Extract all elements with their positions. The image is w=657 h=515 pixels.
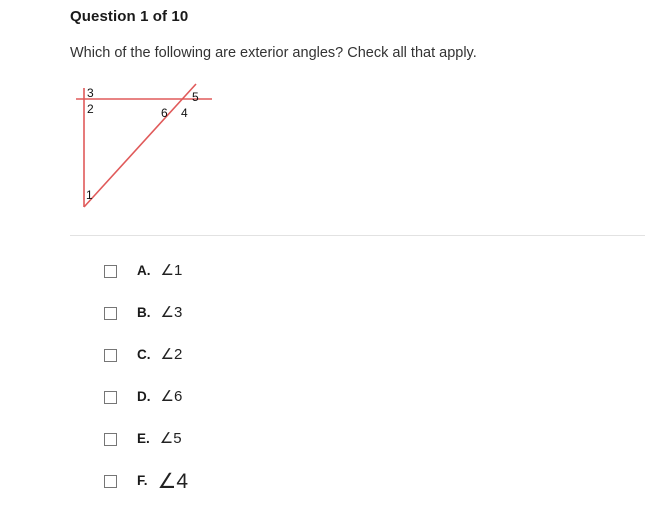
choice-value-f: ∠4 [157,470,189,493]
choice-letter-c: C. [137,347,151,362]
checkbox-f[interactable] [104,475,117,488]
answer-choice-c[interactable]: C. ∠2 [104,346,404,388]
angle-diagram: 3 2 6 4 5 1 [60,75,300,225]
answer-choice-a[interactable]: A. ∠1 [104,262,404,304]
answer-choice-list: A. ∠1 B. ∠3 C. ∠2 D. ∠6 E. ∠5 F. ∠4 [104,262,404,514]
answer-choice-e[interactable]: E. ∠5 [104,430,404,472]
choice-value-c: ∠2 [160,346,183,363]
choice-letter-a: A. [137,263,151,278]
choice-letter-e: E. [137,431,150,446]
answer-choice-d[interactable]: D. ∠6 [104,388,404,430]
angle-label-1: 1 [86,188,93,202]
angle-label-3: 3 [87,86,94,100]
section-divider [70,235,645,236]
checkbox-c[interactable] [104,349,117,362]
diagonal-line [83,83,197,208]
answer-choice-b[interactable]: B. ∠3 [104,304,404,346]
answer-choice-f[interactable]: F. ∠4 [104,470,404,514]
checkbox-b[interactable] [104,307,117,320]
angle-label-6: 6 [161,106,168,120]
page-title: Question 1 of 10 [70,8,189,25]
choice-value-e: ∠5 [159,430,182,447]
question-prompt: Which of the following are exterior angl… [70,45,477,61]
choice-value-a: ∠1 [160,262,183,279]
angle-diagram-svg: 3 2 6 4 5 1 [76,83,212,208]
checkbox-a[interactable] [104,265,117,278]
angle-label-5: 5 [192,90,199,104]
choice-letter-b: B. [137,305,151,320]
angle-label-2: 2 [87,102,94,116]
checkbox-d[interactable] [104,391,117,404]
choice-letter-f: F. [137,473,148,488]
choice-value-b: ∠3 [160,304,183,321]
angle-label-4: 4 [181,106,188,120]
choice-value-d: ∠6 [160,388,183,405]
checkbox-e[interactable] [104,433,117,446]
choice-letter-d: D. [137,389,151,404]
